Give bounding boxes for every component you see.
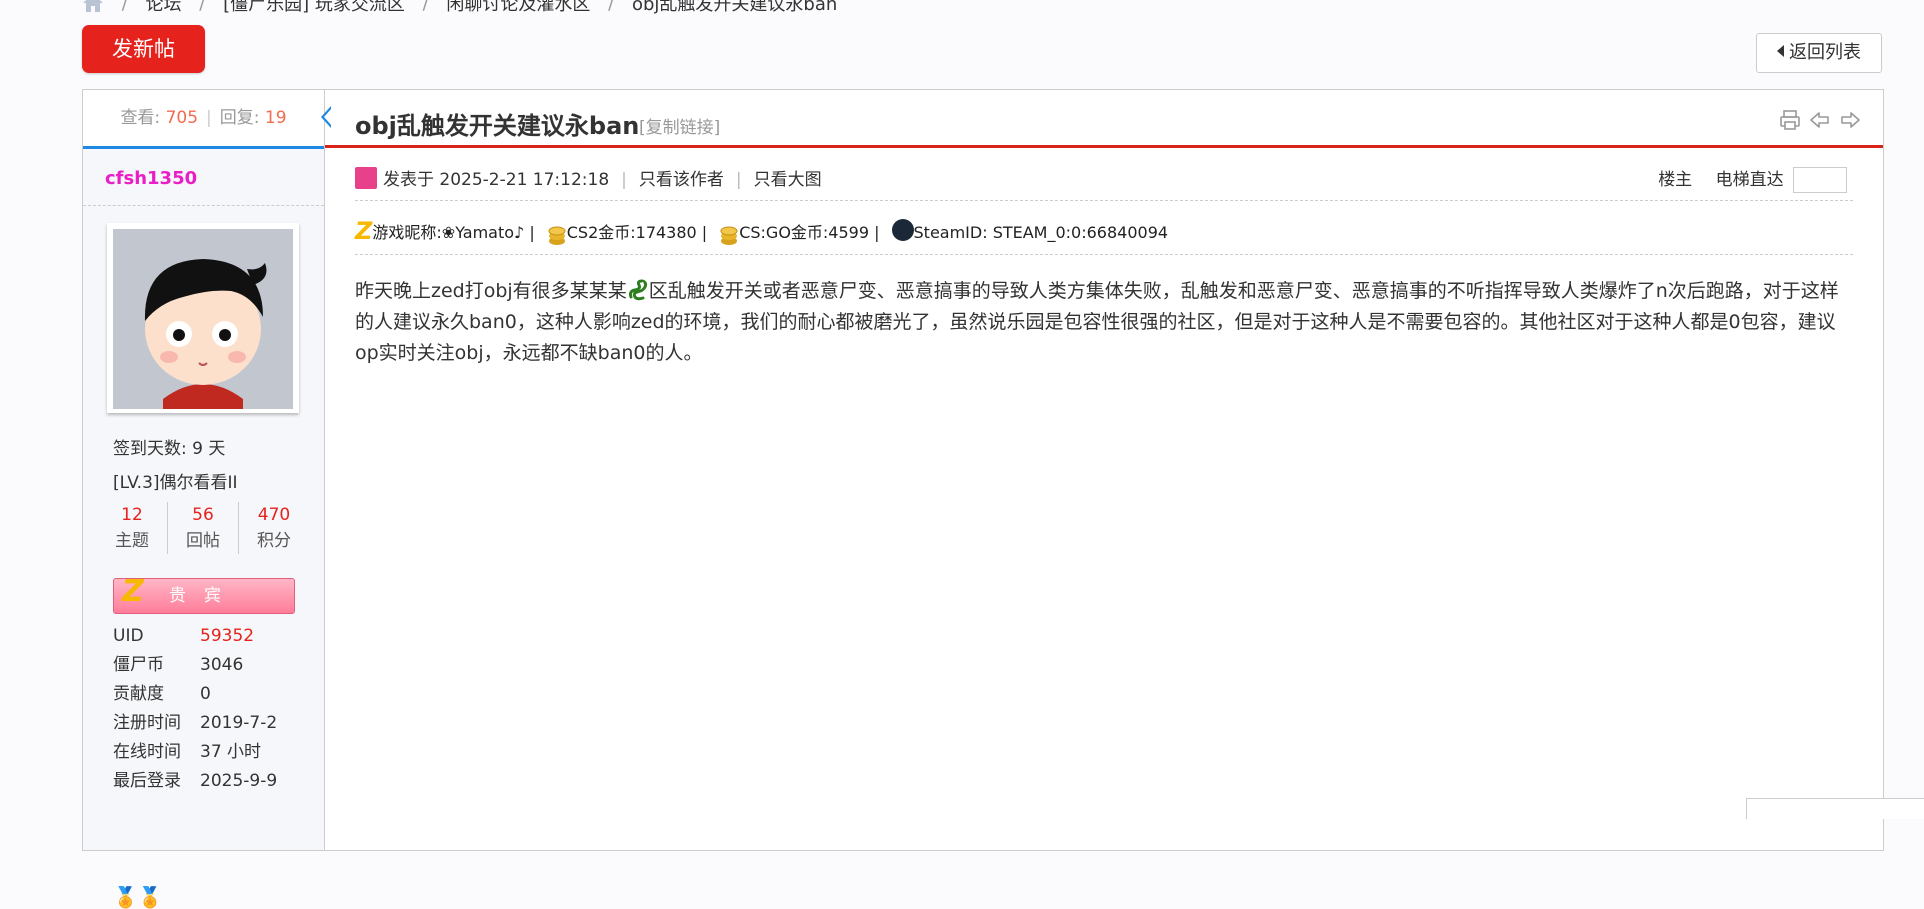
info-value: 2019-7-2 bbox=[200, 713, 278, 733]
count-label: 回帖 bbox=[186, 531, 220, 551]
info-row: 注册时间 2019-7-2 bbox=[113, 709, 277, 738]
info-key: 贡献度 bbox=[113, 684, 164, 704]
info-key: 注册时间 bbox=[113, 713, 181, 733]
breadcrumb-separator: / bbox=[121, 0, 128, 14]
author-name[interactable]: cfsh1350 bbox=[83, 149, 324, 206]
info-value: 2025-9-9 bbox=[200, 771, 278, 791]
post-body: 昨天晚上zed打obj有很多某某某 区乱触发开关或者恶意尸变、恶意搞事的导致人类方… bbox=[355, 276, 1845, 369]
author-info: UID 59352 僵尸币 3046 贡献度 0 注册时间 2019-7-2 在线时间 3… bbox=[113, 622, 277, 796]
views-count: 705 bbox=[165, 108, 199, 128]
post-title: obj乱触发开关建议永ban bbox=[355, 112, 640, 140]
user-icon bbox=[355, 167, 377, 189]
thread-tools bbox=[1763, 108, 1883, 132]
title-pointer bbox=[321, 106, 332, 128]
count-value: 56 bbox=[192, 505, 214, 525]
stats-divider: | bbox=[206, 108, 212, 128]
count-value: 470 bbox=[257, 505, 291, 525]
back-to-list-button[interactable]: 返回列表 bbox=[1756, 33, 1882, 73]
back-to-list-label: 返回列表 bbox=[1789, 42, 1861, 63]
floor-nav: 楼主 电梯直达 bbox=[1658, 160, 1847, 200]
only-big-images-link[interactable]: 只看大图 bbox=[754, 170, 822, 190]
meta-divider: | bbox=[735, 170, 742, 190]
info-key: 在线时间 bbox=[113, 742, 181, 762]
breadcrumb: / 论坛 / [僵尸乐园] 玩家交流区 / 闲聊讨论及灌水区 / obj乱触发开… bbox=[82, 0, 837, 15]
new-post-button[interactable]: 发新帖 bbox=[82, 25, 205, 73]
breadcrumb-item-board[interactable]: 闲聊讨论及灌水区 bbox=[446, 0, 590, 16]
breadcrumb-item-current[interactable]: obj乱触发开关建议永ban bbox=[632, 0, 837, 16]
elevator-label: 电梯直达 bbox=[1715, 170, 1784, 190]
coin-icon bbox=[547, 220, 567, 245]
count-threads[interactable]: 12 主题 bbox=[97, 502, 168, 554]
views-label: 查看: bbox=[120, 108, 161, 128]
user-level[interactable]: [LV.3]偶尔看看II bbox=[113, 468, 238, 493]
thread-stats: 查看: 705 | 回复: 19 bbox=[83, 90, 324, 149]
info-value[interactable]: 59352 bbox=[200, 626, 254, 646]
breadcrumb-separator: / bbox=[608, 0, 615, 14]
elevator-input[interactable] bbox=[1793, 167, 1847, 193]
breadcrumb-item-section[interactable]: [僵尸乐园] 玩家交流区 bbox=[223, 0, 405, 16]
post-body-text: 昨天晚上zed打obj有很多某某某 bbox=[355, 280, 627, 302]
post-meta: 发表于 2025-2-21 17:12:18 | 只看该作者 | 只看大图 楼主 电梯直… bbox=[355, 160, 1853, 201]
vip-badge-label: 贵宾 bbox=[169, 586, 239, 606]
info-row: 最后登录 2025-9-9 bbox=[113, 767, 277, 796]
floating-panel bbox=[1746, 798, 1924, 819]
avatar-image bbox=[113, 229, 293, 409]
checkin-days: 签到天数: 9 天 bbox=[113, 439, 226, 459]
cs2-coins: CS2金币:174380 | bbox=[566, 223, 708, 242]
author-sidebar: 查看: 705 | 回复: 19 cfsh1350 签到天数: 9 天 [LV.… bbox=[83, 90, 325, 909]
count-label: 积分 bbox=[257, 531, 291, 551]
next-thread-icon[interactable] bbox=[1838, 108, 1862, 132]
info-key: 僵尸币 bbox=[113, 655, 164, 675]
replies-count: 19 bbox=[264, 108, 287, 128]
meta-divider: | bbox=[621, 170, 627, 190]
z-logo-icon: Z bbox=[122, 574, 144, 609]
steam-id: SteamID: STEAM_0:0:66840094 bbox=[913, 223, 1169, 242]
snake-icon bbox=[627, 278, 649, 301]
count-value: 12 bbox=[121, 505, 143, 525]
info-key: 最后登录 bbox=[113, 771, 181, 791]
steam-icon bbox=[891, 218, 914, 241]
info-value: 0 bbox=[200, 684, 211, 704]
info-row: UID 59352 bbox=[113, 622, 277, 651]
info-row: 贡献度 0 bbox=[113, 680, 277, 709]
count-label: 主题 bbox=[115, 531, 149, 551]
csgo-coins: CS:GO金币:4599 | bbox=[739, 223, 880, 242]
post-main: obj乱触发开关建议永ban [复制链接] 发表于 2025-2-21 17:1… bbox=[321, 90, 1883, 850]
post-container: 查看: 705 | 回复: 19 cfsh1350 签到天数: 9 天 [LV.… bbox=[82, 89, 1884, 909]
avatar[interactable] bbox=[107, 223, 299, 413]
count-points[interactable]: 470 积分 bbox=[239, 502, 309, 554]
replies-label: 回复: bbox=[219, 108, 260, 128]
medal-icon[interactable]: 🏅🏅 bbox=[113, 885, 163, 909]
floor-label: 楼主 bbox=[1658, 170, 1693, 190]
print-icon[interactable] bbox=[1778, 108, 1802, 132]
home-icon[interactable] bbox=[82, 0, 104, 13]
breadcrumb-separator: / bbox=[422, 0, 429, 14]
vip-badge: Z 贵宾 bbox=[113, 574, 295, 614]
breadcrumb-separator: / bbox=[199, 0, 206, 14]
game-info: Z游戏昵称:❀Yamato♪ | CS2金币:174380 | CS:GO金币:45… bbox=[355, 212, 1853, 255]
only-author-link[interactable]: 只看该作者 bbox=[639, 170, 724, 190]
title-bar: obj乱触发开关建议永ban [复制链接] bbox=[321, 90, 1883, 148]
author-counts: 12 主题 56 回帖 470 积分 bbox=[97, 502, 309, 554]
info-value: 37 小时 bbox=[200, 742, 262, 762]
info-value: 3046 bbox=[200, 655, 244, 675]
post-time: 发表于 2025-2-21 17:12:18 bbox=[383, 170, 610, 190]
info-row: 僵尸币 3046 bbox=[113, 651, 277, 680]
count-replies[interactable]: 56 回帖 bbox=[168, 502, 239, 554]
caret-left-icon bbox=[1777, 45, 1784, 57]
copy-link[interactable]: [复制链接] bbox=[639, 113, 720, 138]
info-row: 在线时间 37 小时 bbox=[113, 738, 277, 767]
game-nickname: 游戏昵称:❀Yamato♪ | bbox=[372, 223, 535, 242]
coin-icon bbox=[719, 220, 739, 245]
info-key: UID bbox=[113, 626, 144, 646]
breadcrumb-item-forum[interactable]: 论坛 bbox=[146, 0, 182, 16]
prev-thread-icon[interactable] bbox=[1808, 108, 1832, 132]
z-logo-icon: Z bbox=[355, 216, 373, 245]
